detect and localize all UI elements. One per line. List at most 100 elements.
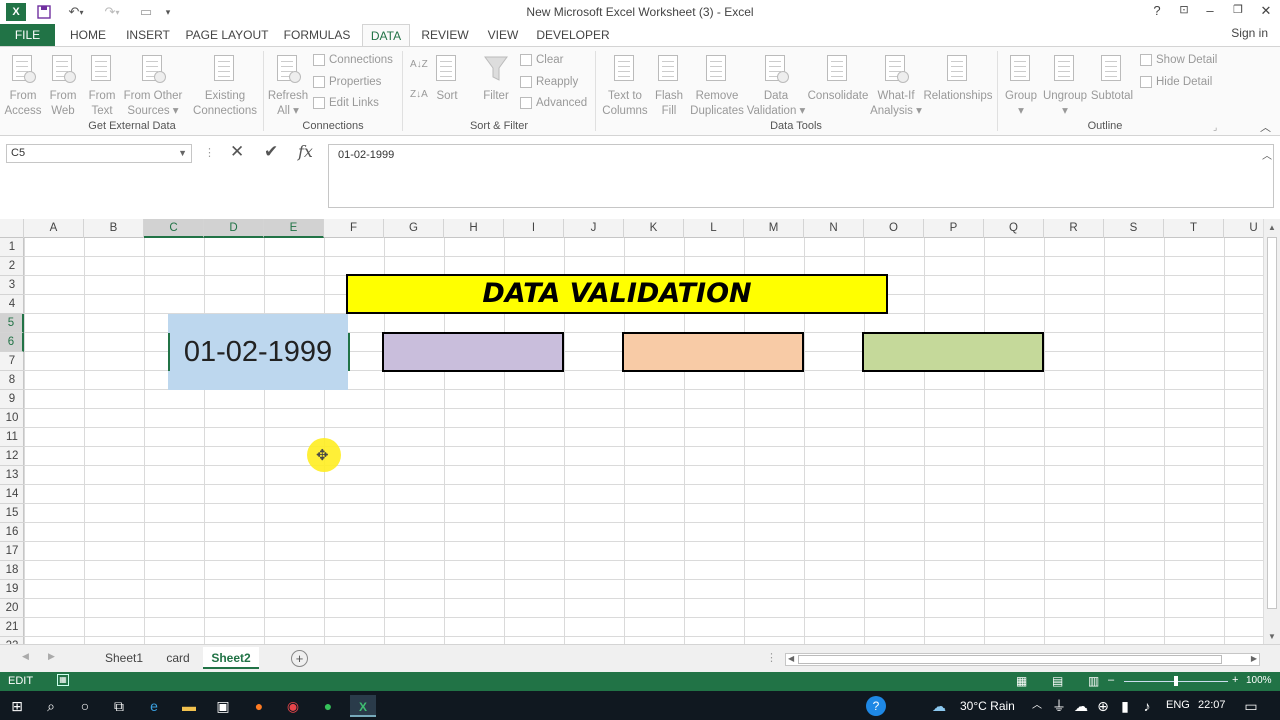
prev-sheet-icon[interactable]: ◀ <box>22 651 29 662</box>
cells-area[interactable]: 01-02-1999 DATA VALIDATION ✥ <box>24 238 1263 644</box>
properties-button[interactable]: Properties <box>313 76 381 88</box>
data-validation-button[interactable]: Data Validation ▾ <box>746 53 806 119</box>
horizontal-scroll-thumb[interactable] <box>798 655 1222 664</box>
filter-button[interactable]: Filter <box>478 53 514 104</box>
zoom-in-icon[interactable]: + <box>1232 674 1238 686</box>
row-header-8[interactable]: 8 <box>0 371 24 390</box>
horizontal-scrollbar[interactable]: ◀ ▶ <box>785 653 1260 666</box>
connections-button[interactable]: Connections <box>313 54 393 66</box>
column-header-g[interactable]: G <box>384 219 444 238</box>
column-header-c[interactable]: C <box>144 219 204 238</box>
column-header-s[interactable]: S <box>1104 219 1164 238</box>
app-icon[interactable]: ● <box>317 695 339 717</box>
scroll-right-icon[interactable]: ▶ <box>1251 654 1257 663</box>
onedrive-icon[interactable]: ☁ <box>1070 695 1092 717</box>
excel-taskbar-icon[interactable]: X <box>350 695 376 717</box>
row-header-10[interactable]: 10 <box>0 409 24 428</box>
from-access-button[interactable]: From Access <box>2 53 44 119</box>
tab-page-layout[interactable]: PAGE LAYOUT <box>182 24 272 46</box>
column-header-p[interactable]: P <box>924 219 984 238</box>
scroll-left-icon[interactable]: ◀ <box>788 654 794 663</box>
purple-box[interactable] <box>382 332 564 372</box>
tray-chevron-icon[interactable]: ︿ <box>1026 695 1048 717</box>
sort-a-to-z-button[interactable]: A↓Z <box>410 59 428 70</box>
collapse-formula-bar-icon[interactable]: ︿ <box>1262 147 1272 162</box>
row-header-21[interactable]: 21 <box>0 618 24 637</box>
row-header-17[interactable]: 17 <box>0 542 24 561</box>
sign-in-link[interactable]: Sign in <box>1231 26 1268 40</box>
page-layout-view-icon[interactable]: ▤ <box>1052 674 1063 688</box>
cancel-entry-button[interactable]: ✕ <box>230 142 244 162</box>
column-header-h[interactable]: H <box>444 219 504 238</box>
minimize-button[interactable]: – <box>1199 3 1221 21</box>
column-header-l[interactable]: L <box>684 219 744 238</box>
row-header-2[interactable]: 2 <box>0 257 24 276</box>
text-to-columns-button[interactable]: Text to Columns <box>600 53 650 119</box>
column-header-t[interactable]: T <box>1164 219 1224 238</box>
clear-button[interactable]: Clear <box>520 54 563 66</box>
column-header-o[interactable]: O <box>864 219 924 238</box>
row-header-22[interactable]: 22 <box>0 637 24 644</box>
existing-connections-button[interactable]: Existing Connections <box>190 53 260 119</box>
search-icon[interactable]: ⌕ <box>40 695 62 717</box>
microphone-icon[interactable]: ⏚ <box>1048 695 1070 717</box>
cell-c5-value[interactable]: 01-02-1999 <box>168 333 348 371</box>
sheet-tab-sheet2[interactable]: Sheet2 <box>203 647 259 669</box>
data-validation-title[interactable]: DATA VALIDATION <box>346 274 888 314</box>
clock[interactable]: 22:07 <box>1198 699 1226 711</box>
row-header-9[interactable]: 9 <box>0 390 24 409</box>
relationships-button[interactable]: Relationships <box>922 53 994 104</box>
zoom-level[interactable]: 100% <box>1246 675 1272 686</box>
firefox-icon[interactable]: ● <box>248 695 270 717</box>
tab-home[interactable]: HOME <box>62 24 114 46</box>
task-view-icon[interactable]: ⧉ <box>108 695 130 717</box>
reapply-button[interactable]: Reapply <box>520 76 578 88</box>
zoom-slider-thumb[interactable] <box>1174 676 1178 686</box>
cortana-icon[interactable]: ○ <box>74 695 96 717</box>
sheet-tab-sheet1[interactable]: Sheet1 <box>96 647 152 669</box>
column-header-b[interactable]: B <box>84 219 144 238</box>
row-header-11[interactable]: 11 <box>0 428 24 447</box>
row-header-7[interactable]: 7 <box>0 352 24 371</box>
from-other-sources-button[interactable]: From Other Sources ▾ <box>122 53 184 119</box>
notifications-icon[interactable]: ▭ <box>1240 695 1262 717</box>
column-header-i[interactable]: I <box>504 219 564 238</box>
consolidate-button[interactable]: Consolidate <box>806 53 870 104</box>
new-sheet-button[interactable]: + <box>291 650 308 667</box>
tab-insert[interactable]: INSERT <box>122 24 174 46</box>
language-indicator[interactable]: ENG <box>1166 699 1190 711</box>
row-header-4[interactable]: 4 <box>0 295 24 314</box>
row-header-20[interactable]: 20 <box>0 599 24 618</box>
sort-button[interactable]: Sort <box>430 53 464 104</box>
row-header-5[interactable]: 5 <box>0 314 24 333</box>
store-icon[interactable]: ▣ <box>212 695 234 717</box>
scroll-up-icon[interactable]: ▲ <box>1268 223 1276 232</box>
subtotal-button[interactable]: Subtotal <box>1089 53 1135 104</box>
from-web-button[interactable]: From Web <box>44 53 82 119</box>
tab-split-handle-icon[interactable]: ⋮ <box>766 651 777 664</box>
row-header-3[interactable]: 3 <box>0 276 24 295</box>
column-header-f[interactable]: F <box>324 219 384 238</box>
worksheet-grid[interactable]: ABCDEFGHIJKLMNOPQRSTU 1 2 3 4 5 6 7 8 9 10 11 12 13 1… <box>0 219 1263 644</box>
screen-recorder-icon[interactable]: ◉ <box>282 695 304 717</box>
row-header-13[interactable]: 13 <box>0 466 24 485</box>
outline-dialog-launcher-icon[interactable]: ⌟ <box>1213 122 1217 133</box>
close-button[interactable]: ✕ <box>1255 3 1277 21</box>
ribbon-display-icon[interactable]: ⊡ <box>1173 3 1195 21</box>
from-text-button[interactable]: From Text <box>82 53 122 119</box>
column-header-m[interactable]: M <box>744 219 804 238</box>
weather-icon[interactable]: ☁ <box>928 695 950 717</box>
hide-detail-button[interactable]: Hide Detail <box>1140 76 1212 88</box>
row-header-16[interactable]: 16 <box>0 523 24 542</box>
file-explorer-icon[interactable]: ▬ <box>178 695 200 717</box>
edit-links-button[interactable]: Edit Links <box>313 97 379 109</box>
name-box[interactable]: C5 ▼ <box>6 144 192 163</box>
volume-icon[interactable]: ♪ <box>1136 695 1158 717</box>
advanced-button[interactable]: Advanced <box>520 97 587 109</box>
orange-box[interactable] <box>622 332 804 372</box>
weather-text[interactable]: 30°C Rain <box>960 699 1015 713</box>
row-header-12[interactable]: 12 <box>0 447 24 466</box>
tab-formulas[interactable]: FORMULAS <box>280 24 354 46</box>
tab-developer[interactable]: DEVELOPER <box>534 24 612 46</box>
insert-function-button[interactable]: fx <box>298 142 313 161</box>
